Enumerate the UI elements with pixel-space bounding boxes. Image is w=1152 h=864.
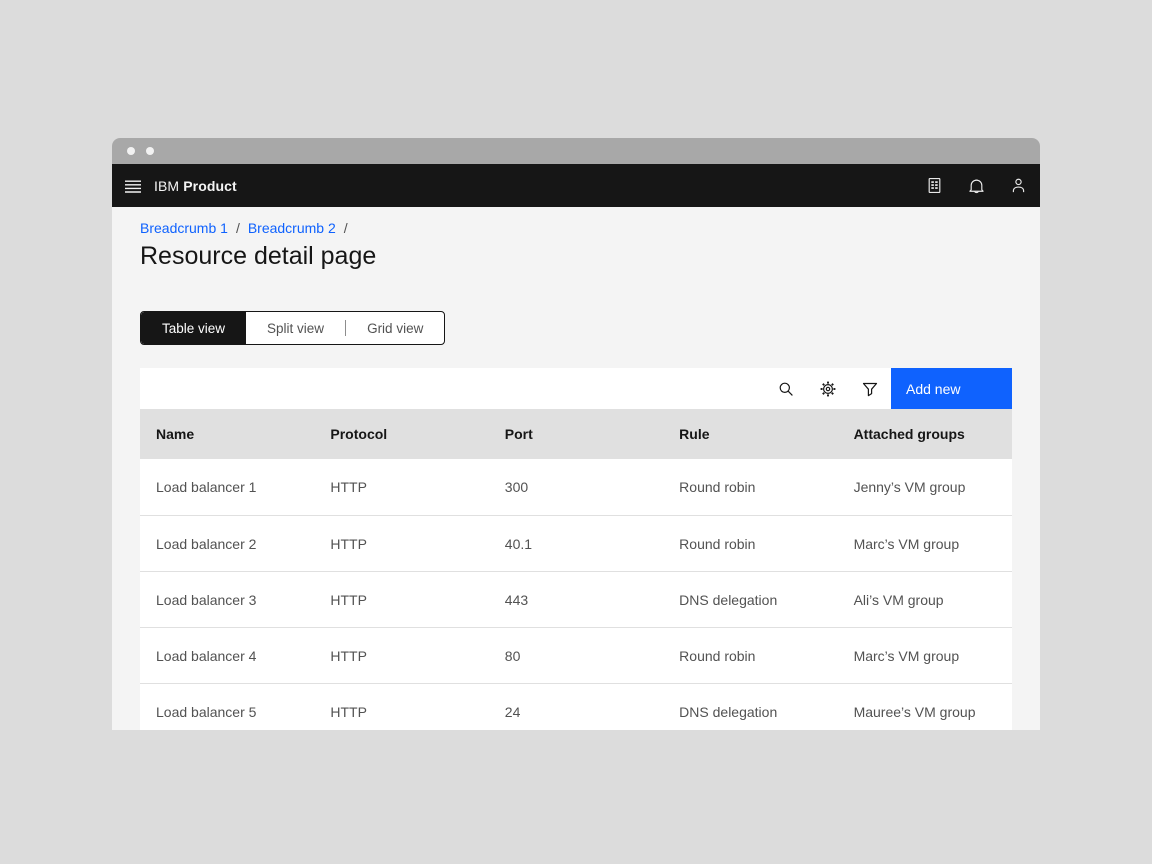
table-row: Load balancer 5 HTTP 24 DNS delegation M… xyxy=(140,683,1012,730)
table-header-row: Name Protocol Port Rule Attached groups xyxy=(140,409,1012,459)
table-cell-attached-groups: Ali’s VM group xyxy=(838,592,1012,608)
table-cell-attached-groups: Marc’s VM group xyxy=(838,648,1012,664)
filter-button[interactable] xyxy=(849,368,891,409)
table-cell-protocol: HTTP xyxy=(314,704,488,720)
table-cell-protocol: HTTP xyxy=(314,479,488,495)
table-cell-rule: DNS delegation xyxy=(663,704,837,720)
hamburger-menu-icon xyxy=(124,177,142,195)
table-cell-protocol: HTTP xyxy=(314,592,488,608)
table-cell-rule: Round robin xyxy=(663,536,837,552)
table-cell-name: Load balancer 5 xyxy=(140,704,314,720)
add-new-button[interactable]: Add new xyxy=(891,368,1012,409)
window-dot xyxy=(146,147,154,155)
browser-chrome xyxy=(112,138,1040,164)
user-button[interactable] xyxy=(1002,170,1034,202)
notifications-button[interactable] xyxy=(960,170,992,202)
view-switcher: Table view Split view Grid view xyxy=(140,311,445,345)
table-row: Load balancer 4 HTTP 80 Round robin Marc… xyxy=(140,627,1012,683)
table-cell-rule: DNS delegation xyxy=(663,592,837,608)
table-cell-attached-groups: Marc’s VM group xyxy=(838,536,1012,552)
table-cell-rule: Round robin xyxy=(663,648,837,664)
table-cell-port: 80 xyxy=(489,648,663,664)
filter-icon xyxy=(862,381,878,397)
table-row: Load balancer 3 HTTP 443 DNS delegation … xyxy=(140,571,1012,627)
brand: IBMProduct xyxy=(154,178,237,194)
table-cell-attached-groups: Jenny’s VM group xyxy=(838,479,1012,495)
breadcrumb-separator: / xyxy=(236,219,240,237)
page-title: Resource detail page xyxy=(140,241,1012,271)
table-cell-name: Load balancer 4 xyxy=(140,648,314,664)
bell-icon xyxy=(968,177,985,194)
breadcrumb-separator: / xyxy=(344,219,348,237)
column-header-attached-groups: Attached groups xyxy=(838,426,1012,442)
table-row: Load balancer 2 HTTP 40.1 Round robin Ma… xyxy=(140,515,1012,571)
table-row: Load balancer 1 HTTP 300 Round robin Jen… xyxy=(140,459,1012,515)
tab-split-view[interactable]: Split view xyxy=(246,312,345,344)
window-dot xyxy=(127,147,135,155)
breadcrumb-link-1[interactable]: Breadcrumb 1 xyxy=(140,219,228,237)
search-icon xyxy=(778,381,794,397)
table-cell-attached-groups: Mauree’s VM group xyxy=(838,704,1012,720)
data-table: Add new Name Protocol Port Rule Attached… xyxy=(140,368,1012,730)
table-cell-name: Load balancer 3 xyxy=(140,592,314,608)
app-switcher-button[interactable] xyxy=(918,170,950,202)
table-toolbar: Add new xyxy=(140,368,1012,409)
column-header-name: Name xyxy=(140,426,314,442)
column-header-rule: Rule xyxy=(663,426,837,442)
breadcrumb: Breadcrumb 1 / Breadcrumb 2 / xyxy=(140,219,1012,237)
page-content: Breadcrumb 1 / Breadcrumb 2 / Resource d… xyxy=(112,207,1040,730)
table-cell-rule: Round robin xyxy=(663,479,837,495)
search-button[interactable] xyxy=(765,368,807,409)
table-cell-port: 24 xyxy=(489,704,663,720)
tab-table-view[interactable]: Table view xyxy=(141,312,246,344)
user-icon xyxy=(1010,177,1027,194)
menu-button[interactable] xyxy=(117,170,149,202)
table-cell-protocol: HTTP xyxy=(314,648,488,664)
header-actions xyxy=(918,170,1040,202)
browser-window: IBMProduct xyxy=(112,138,1040,730)
table-cell-name: Load balancer 1 xyxy=(140,479,314,495)
table-cell-port: 443 xyxy=(489,592,663,608)
table-cell-name: Load balancer 2 xyxy=(140,536,314,552)
table-cell-port: 40.1 xyxy=(489,536,663,552)
table-cell-port: 300 xyxy=(489,479,663,495)
brand-product-name: Product xyxy=(183,178,237,194)
breadcrumb-link-2[interactable]: Breadcrumb 2 xyxy=(248,219,336,237)
brand-prefix: IBM xyxy=(154,178,179,194)
column-header-protocol: Protocol xyxy=(314,426,488,442)
column-header-port: Port xyxy=(489,426,663,442)
settings-button[interactable] xyxy=(807,368,849,409)
app-header: IBMProduct xyxy=(112,164,1040,207)
grid-icon xyxy=(926,177,943,194)
tab-grid-view[interactable]: Grid view xyxy=(346,312,444,344)
table-cell-protocol: HTTP xyxy=(314,536,488,552)
gear-icon xyxy=(820,381,836,397)
